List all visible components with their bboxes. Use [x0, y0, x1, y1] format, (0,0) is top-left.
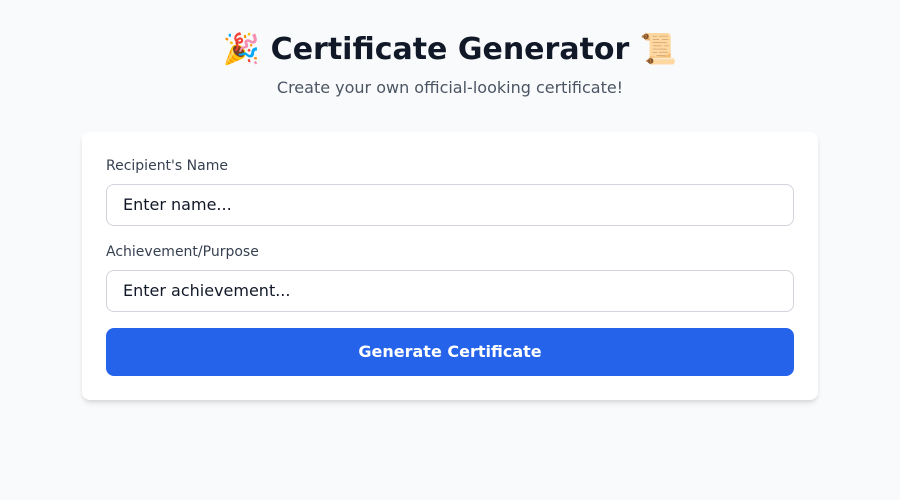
header: 🎉 Certificate Generator 📜 Create your ow… [82, 32, 818, 100]
form-card: Recipient's Name Achievement/Purpose Gen… [82, 132, 818, 400]
recipient-field-group: Recipient's Name [106, 156, 794, 226]
recipient-label: Recipient's Name [106, 156, 794, 176]
achievement-input[interactable] [106, 270, 794, 312]
page-title: 🎉 Certificate Generator 📜 [82, 32, 818, 68]
achievement-label: Achievement/Purpose [106, 242, 794, 262]
recipient-input[interactable] [106, 184, 794, 226]
achievement-field-group: Achievement/Purpose [106, 242, 794, 312]
page-subtitle: Create your own official-looking certifi… [82, 76, 818, 100]
main-container: 🎉 Certificate Generator 📜 Create your ow… [66, 0, 834, 432]
generate-button[interactable]: Generate Certificate [106, 328, 794, 376]
